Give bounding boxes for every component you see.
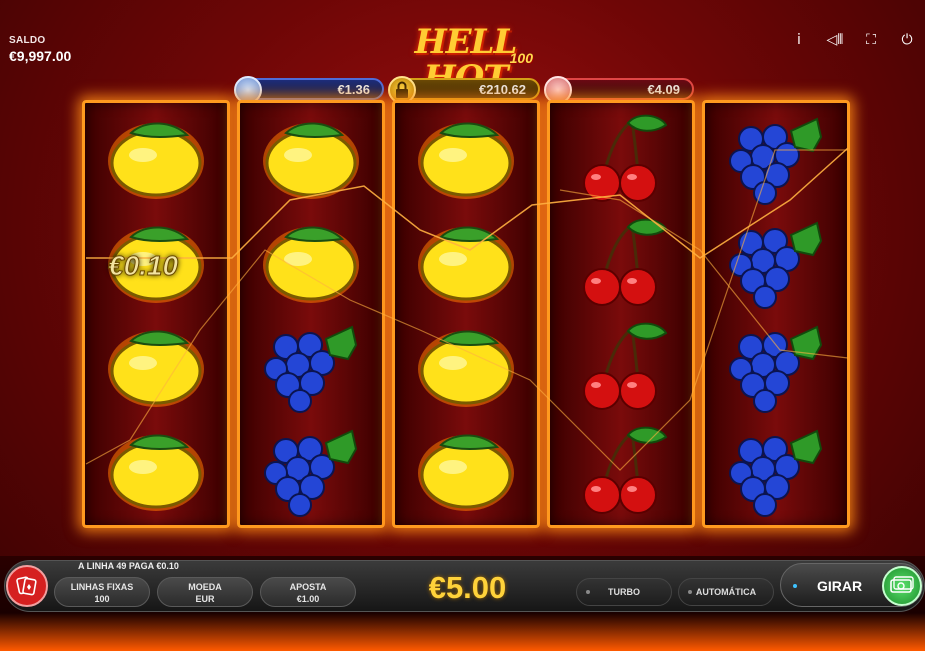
lemon-icon bbox=[395, 419, 537, 523]
balance-display: SALDO €9,997.00 bbox=[9, 35, 71, 64]
reel-5 bbox=[702, 100, 850, 528]
lemon-icon bbox=[395, 107, 537, 211]
coin-label: MOEDA bbox=[188, 582, 222, 592]
reel-3 bbox=[392, 100, 540, 528]
bet-label: APOSTA bbox=[289, 582, 327, 592]
lemon-icon bbox=[85, 419, 227, 523]
balance-value: €9,997.00 bbox=[9, 48, 72, 64]
turbo-label: TURBO bbox=[608, 587, 640, 597]
lemon-icon bbox=[395, 315, 537, 419]
balance-label: SALDO bbox=[9, 35, 46, 46]
spin-indicator bbox=[793, 584, 797, 588]
reel-grid bbox=[82, 100, 852, 528]
total-bet: €5.00 bbox=[428, 570, 507, 605]
gamble-cards-button[interactable] bbox=[6, 565, 48, 607]
autoplay-toggle[interactable]: AUTOMÁTICA bbox=[678, 578, 774, 606]
power-icon[interactable]: ⏻ bbox=[889, 32, 925, 48]
lemon-icon bbox=[85, 107, 227, 211]
bet-value: €1.00 bbox=[296, 594, 320, 604]
grapes-icon bbox=[705, 315, 847, 419]
jackpot-red: €4.09 bbox=[544, 76, 694, 104]
lemon-icon bbox=[240, 107, 382, 211]
jackpot-gold: €210.62 bbox=[388, 76, 540, 104]
sound-icon[interactable]: ◁⦀ bbox=[817, 32, 853, 48]
turbo-toggle[interactable]: TURBO bbox=[576, 578, 672, 606]
grapes-icon bbox=[705, 107, 847, 211]
cherry-icon bbox=[550, 315, 692, 419]
spin-button[interactable]: GIRAR bbox=[780, 563, 923, 607]
cherry-icon bbox=[550, 211, 692, 315]
lemon-icon bbox=[85, 315, 227, 419]
win-message: A LINHA 49 PAGA €0.10 bbox=[78, 561, 179, 571]
coin-value: EUR bbox=[195, 594, 215, 604]
info-icon[interactable]: i bbox=[781, 32, 817, 48]
fixed-lines-label: LINHAS FIXAS bbox=[70, 582, 134, 592]
fixed-lines-control[interactable]: LINHAS FIXAS 100 bbox=[54, 577, 150, 607]
coin-control[interactable]: MOEDA EUR bbox=[157, 577, 253, 607]
jackpot-blue: €1.36 bbox=[234, 76, 384, 104]
reel-1 bbox=[82, 100, 230, 528]
reel-2 bbox=[237, 100, 385, 528]
lemon-icon bbox=[240, 211, 382, 315]
grapes-icon bbox=[240, 315, 382, 419]
bet-control[interactable]: APOSTA €1.00 bbox=[260, 577, 356, 607]
lemon-icon bbox=[395, 211, 537, 315]
cherry-icon bbox=[550, 107, 692, 211]
line-win-value: €0.10 bbox=[107, 250, 179, 282]
grapes-icon bbox=[240, 419, 382, 523]
jackpot-red-value: €4.09 bbox=[647, 81, 680, 97]
grapes-icon bbox=[705, 419, 847, 523]
fullscreen-icon[interactable]: ⛶ bbox=[853, 32, 889, 48]
grapes-icon bbox=[705, 211, 847, 315]
game-logo: HELL HOT 100 bbox=[388, 24, 543, 96]
fixed-lines-value: 100 bbox=[94, 594, 110, 604]
money-icon bbox=[882, 566, 922, 606]
logo-subtitle: 100 bbox=[509, 50, 533, 66]
jackpot-gold-value: €210.62 bbox=[479, 81, 526, 97]
cherry-icon bbox=[550, 419, 692, 523]
reel-4 bbox=[547, 100, 695, 528]
top-toolbar: i ◁⦀ ⛶ ⏻ bbox=[781, 32, 925, 48]
autoplay-label: AUTOMÁTICA bbox=[695, 587, 757, 597]
autoplay-indicator bbox=[688, 590, 692, 594]
turbo-indicator bbox=[586, 590, 590, 594]
jackpot-blue-value: €1.36 bbox=[337, 81, 370, 97]
cards-icon bbox=[16, 576, 37, 596]
spin-label: GIRAR bbox=[817, 578, 863, 594]
